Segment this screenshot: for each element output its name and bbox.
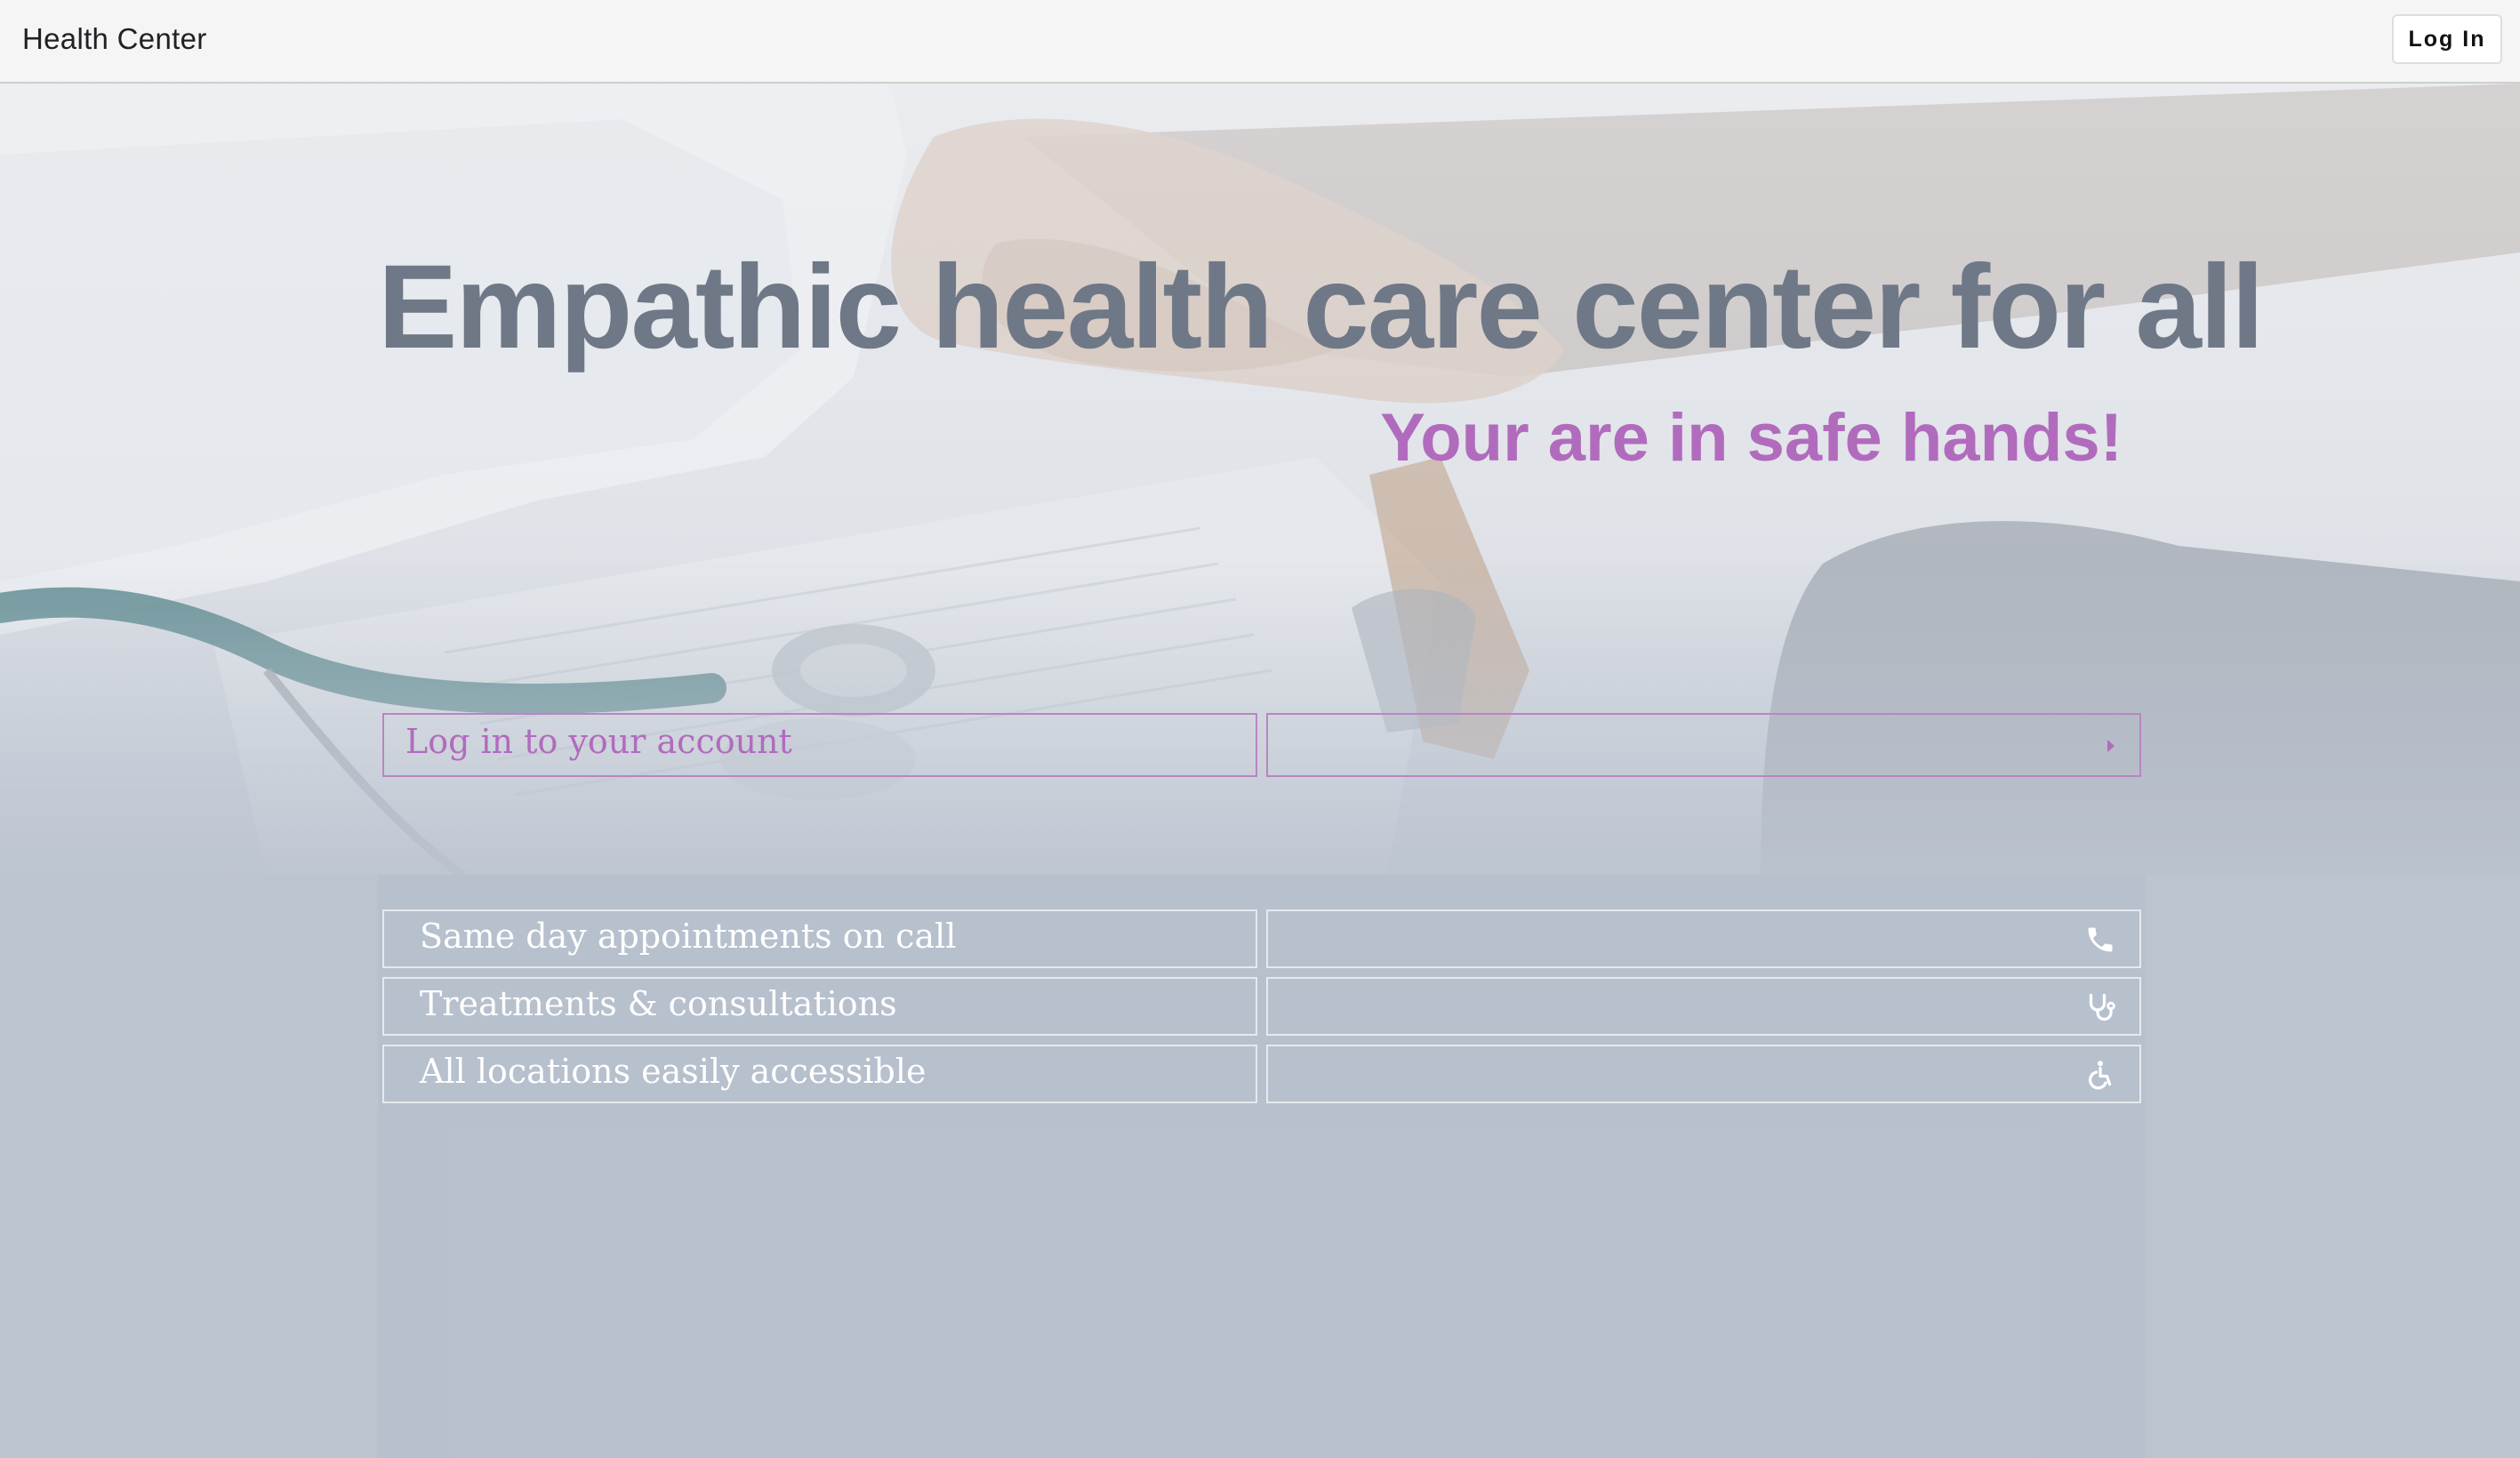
login-prompt-link[interactable]: Log in to your account (382, 713, 1257, 777)
feature-icon-cell-treatments (1266, 977, 2141, 1036)
feature-icon-cell-appointments (1266, 909, 2141, 968)
feature-icon-cell-locations (1266, 1045, 2141, 1103)
accessible-icon (2088, 1061, 2112, 1090)
login-button[interactable]: Log In (2392, 14, 2502, 64)
feature-item-treatments: Treatments & consultations (382, 977, 1257, 1036)
login-prompt-text: Log in to your account (405, 722, 792, 761)
login-prompt-arrow-button[interactable] (1266, 713, 2141, 777)
phone-icon (2088, 927, 2113, 952)
hero-title: Empathic health care center for all (378, 241, 2264, 373)
feature-item-locations: All locations easily accessible (382, 1045, 1257, 1103)
feature-label: Same day appointments on call (420, 917, 957, 956)
feature-label: Treatments & consultations (420, 984, 897, 1023)
hero-subtitle: Your are in safe hands! (1380, 400, 2123, 476)
stethoscope-icon (2089, 993, 2115, 1021)
hero-section: Empathic health care center for all Your… (0, 84, 2520, 875)
feature-item-appointments: Same day appointments on call (382, 909, 1257, 968)
feature-label: All locations easily accessible (420, 1052, 927, 1091)
brand-name[interactable]: Health Center (22, 20, 207, 59)
hero-overlay (0, 84, 2520, 875)
top-navigation-bar: Health Center Log In (0, 0, 2520, 84)
caret-right-icon (2107, 740, 2115, 752)
